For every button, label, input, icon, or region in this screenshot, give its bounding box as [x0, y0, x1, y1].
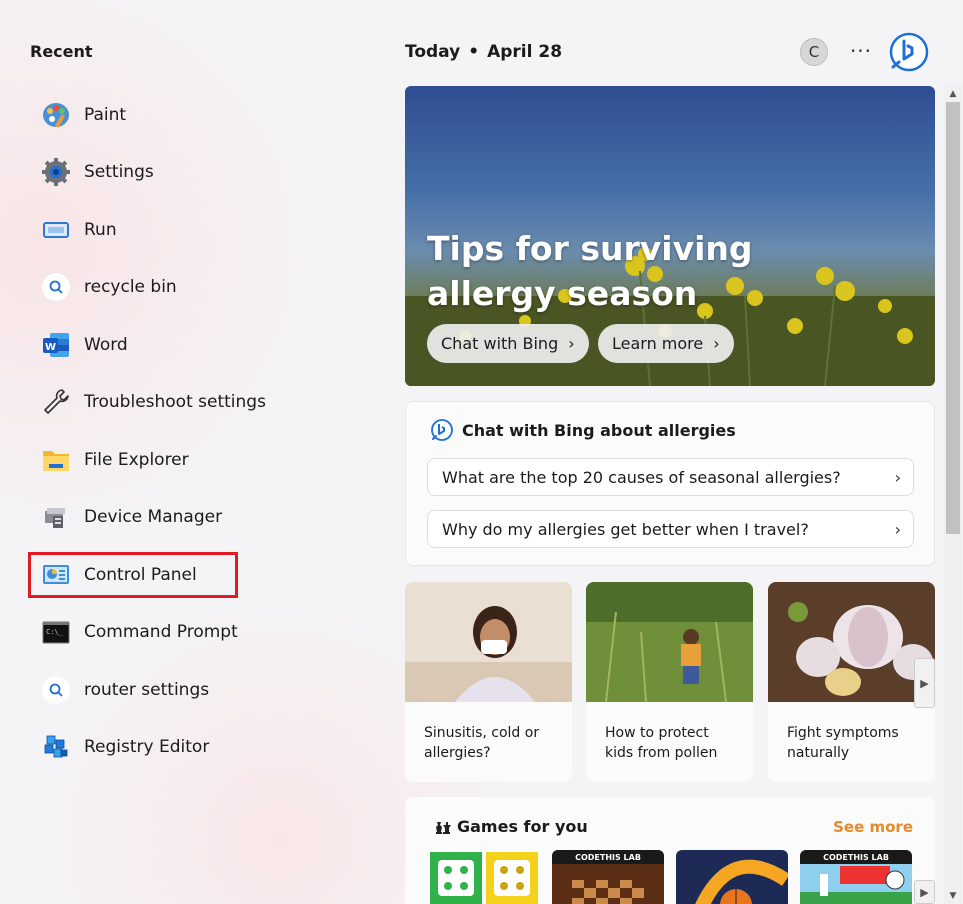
- recent-item-troubleshoot[interactable]: Troubleshoot settings: [40, 374, 360, 432]
- highlight-box: [28, 552, 238, 598]
- scrollbar[interactable]: ▲ ▼: [944, 86, 962, 904]
- bing-icon: [431, 419, 453, 441]
- chevron-right-icon: ›: [568, 334, 575, 353]
- chess-icon: [436, 821, 451, 834]
- chat-question[interactable]: Why do my allergies get better when I tr…: [427, 510, 914, 548]
- scroll-up-icon[interactable]: ▲: [944, 86, 962, 102]
- card-image: [405, 582, 572, 702]
- more-options-button[interactable]: ···: [848, 36, 874, 66]
- scroll-down-icon[interactable]: ▼: [944, 888, 962, 904]
- card-image: [586, 582, 753, 703]
- word-icon: W: [40, 329, 72, 361]
- chevron-right-icon: ›: [894, 519, 901, 539]
- bing-button[interactable]: [888, 31, 930, 73]
- avatar[interactable]: C: [800, 38, 828, 66]
- date-label: April 28: [487, 42, 563, 62]
- chevron-right-icon: ›: [713, 334, 720, 353]
- news-card[interactable]: Fight symptoms naturally: [768, 582, 935, 782]
- game-tile[interactable]: CODETHIS LAB: [800, 850, 912, 904]
- recent-item-label: Device Manager: [84, 507, 223, 528]
- ludo-game-image: [428, 850, 540, 904]
- scroll-thumb[interactable]: [946, 102, 960, 534]
- terminal-icon: C:\_: [40, 616, 72, 648]
- search-icon: [40, 271, 72, 303]
- recent-item-control-panel[interactable]: Control Panel: [28, 546, 360, 604]
- recent-item-router-settings[interactable]: router settings: [40, 661, 360, 719]
- recent-item-paint[interactable]: Paint: [40, 86, 360, 144]
- recent-item-label: Paint: [84, 104, 127, 125]
- basketball-game-image: [676, 850, 788, 904]
- chat-question-text: Why do my allergies get better when I tr…: [442, 519, 809, 539]
- card-caption: Sinusitis, cold or allergies?: [424, 725, 540, 761]
- paint-icon: [40, 99, 72, 131]
- date-header: Today • April 28: [405, 42, 562, 62]
- recent-item-label: Run: [84, 219, 117, 240]
- today-label: Today: [405, 42, 461, 62]
- recent-item-registry-editor[interactable]: Registry Editor: [40, 719, 360, 777]
- game-badge: CODETHIS LAB: [552, 850, 664, 864]
- recent-item-device-manager[interactable]: Device Manager: [40, 489, 360, 547]
- recent-item-label: Settings: [84, 162, 154, 183]
- recent-item-label: File Explorer: [84, 449, 189, 470]
- button-label: Chat with Bing: [441, 334, 559, 353]
- bing-icon: [889, 32, 929, 72]
- games-title: Games for you: [457, 817, 588, 836]
- card-caption: Fight symptoms naturally: [787, 725, 899, 761]
- game-badge: CODETHIS LAB: [800, 850, 912, 864]
- hero-title: Tips for surviving allergy season: [427, 229, 753, 313]
- recent-item-label: router settings: [84, 679, 210, 700]
- folder-icon: [40, 444, 72, 476]
- chat-card-title: Chat with Bing about allergies: [462, 420, 736, 440]
- svg-text:C:\_: C:\_: [46, 628, 64, 636]
- run-icon: [40, 214, 72, 246]
- chevron-right-icon: ›: [894, 467, 901, 487]
- recent-item-label: Troubleshoot settings: [84, 392, 266, 413]
- recent-list: Paint Settings Run recycle bin W Word Tr…: [28, 86, 360, 777]
- recent-item-word[interactable]: W Word: [40, 316, 360, 374]
- news-card[interactable]: Sinusitis, cold or allergies?: [405, 582, 572, 782]
- game-tile[interactable]: [676, 850, 788, 904]
- games-next-button[interactable]: ▶: [914, 880, 935, 904]
- games-section: Games for you See more CODETHIS LAB CODE…: [405, 797, 935, 904]
- carousel-next-button[interactable]: ▶: [914, 658, 935, 708]
- date-separator: •: [468, 42, 480, 62]
- svg-text:W: W: [45, 342, 56, 353]
- recent-item-label: Registry Editor: [84, 737, 210, 758]
- recent-item-label: Word: [84, 334, 128, 355]
- recent-item-recycle-bin[interactable]: recycle bin: [40, 259, 360, 317]
- chat-card: Chat with Bing about allergies What are …: [405, 401, 935, 566]
- wrench-icon: [40, 386, 72, 418]
- recent-item-command-prompt[interactable]: C:\_ Command Prompt: [40, 604, 360, 662]
- recent-heading: Recent: [30, 42, 93, 61]
- chat-question-text: What are the top 20 causes of seasonal a…: [442, 467, 841, 487]
- button-label: Learn more: [612, 334, 704, 353]
- chat-card-header: Chat with Bing about allergies: [430, 418, 736, 442]
- recent-item-label: Command Prompt: [84, 622, 238, 643]
- chat-with-bing-button[interactable]: Chat with Bing ›: [427, 324, 589, 363]
- recent-item-settings[interactable]: Settings: [40, 144, 360, 202]
- search-icon: [40, 674, 72, 706]
- learn-more-button[interactable]: Learn more ›: [598, 324, 734, 363]
- card-image: [768, 582, 935, 702]
- gear-icon: [40, 156, 72, 188]
- chat-question[interactable]: What are the top 20 causes of seasonal a…: [427, 458, 914, 496]
- recent-item-label: recycle bin: [84, 277, 177, 298]
- game-tile[interactable]: CODETHIS LAB: [552, 850, 664, 904]
- game-tile[interactable]: [428, 850, 540, 904]
- recent-item-run[interactable]: Run: [40, 201, 360, 259]
- device-manager-icon: [40, 501, 72, 533]
- news-card[interactable]: How to protect kids from pollen: [586, 582, 753, 782]
- see-more-link[interactable]: See more: [833, 818, 913, 836]
- card-caption: How to protect kids from pollen: [605, 725, 718, 761]
- registry-icon: [40, 731, 72, 763]
- games-header: Games for you: [433, 817, 588, 836]
- recent-item-file-explorer[interactable]: File Explorer: [40, 431, 360, 489]
- hero-banner[interactable]: Tips for surviving allergy season Chat w…: [405, 86, 935, 386]
